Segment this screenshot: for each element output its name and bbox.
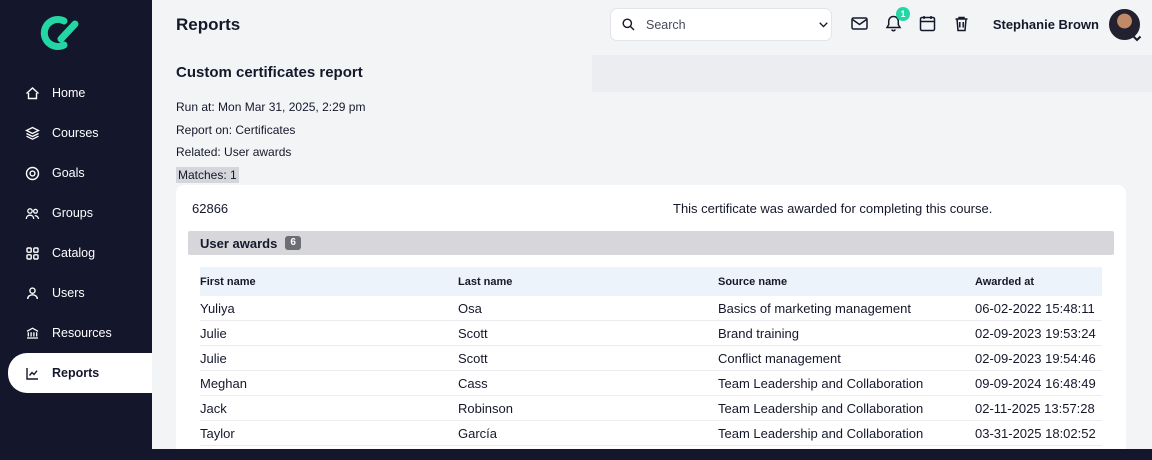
user-name: Stephanie Brown — [992, 17, 1099, 32]
awards-table-header: First name Last name Source name Awarded at — [200, 267, 1102, 296]
sidebar-item-label: Catalog — [52, 246, 96, 260]
sidebar-item-courses[interactable]: Courses — [0, 113, 152, 153]
search-box[interactable] — [610, 8, 832, 41]
search-input[interactable] — [644, 16, 809, 33]
table-cell: Cass — [458, 375, 488, 391]
certificate-id: 62866 — [192, 200, 229, 216]
table-cell: Julie — [200, 350, 227, 366]
sidebar-item-groups[interactable]: Groups — [0, 193, 152, 233]
table-cell: Basics of marketing management — [718, 300, 911, 316]
table-cell: Scott — [458, 325, 488, 341]
mail-icon[interactable] — [850, 14, 869, 33]
sidebar-item-reports[interactable]: Reports — [8, 353, 152, 393]
table-row: Taylor García Team Leadership and Collabor… — [200, 421, 1102, 446]
column-header: First name — [200, 275, 256, 288]
table-row: Yuliya Osa Basics of marketing management 0… — [200, 296, 1102, 321]
background-panel — [592, 55, 1152, 92]
table-cell: Brand training — [718, 325, 799, 341]
sidebar-nav: Home Courses Goals Groups Catalog Users Resour… — [0, 73, 152, 393]
section-title: User awards — [200, 235, 278, 251]
sidebar-item-label: Reports — [52, 366, 100, 380]
report-on: Report on: Certificates — [176, 122, 296, 137]
table-cell: Scott — [458, 350, 488, 366]
table-cell: Yuliya — [200, 300, 235, 316]
notification-badge: 1 — [896, 7, 910, 21]
table-cell: Julie — [200, 325, 227, 341]
sidebar-item-label: Home — [52, 86, 86, 100]
courses-icon — [24, 125, 41, 142]
awards-table-body: Yuliya Osa Basics of marketing management 0… — [200, 296, 1102, 446]
table-cell: Jack — [200, 400, 227, 416]
bottom-bar — [0, 449, 1152, 460]
avatar[interactable] — [1109, 9, 1143, 43]
app-logo[interactable] — [0, 0, 152, 73]
table-row: Meghan Cass Team Leadership and Collaborat… — [200, 371, 1102, 396]
column-header: Source name — [718, 275, 788, 288]
user-menu[interactable]: Stephanie Brown — [992, 9, 1143, 43]
report-related: Related: User awards — [176, 145, 292, 159]
table-row: Julie Scott Brand training 02-09-2023 19:53… — [200, 321, 1102, 346]
table-cell: 02-09-2023 19:53:24 — [975, 325, 1096, 341]
sidebar-item-home[interactable]: Home — [0, 73, 152, 113]
catalog-icon — [24, 245, 41, 262]
report-matches: Matches: 1 — [176, 166, 239, 183]
table-cell: García — [458, 425, 498, 441]
trash-icon[interactable] — [952, 14, 971, 33]
sidebar-item-label: Groups — [52, 206, 93, 220]
report-title: Custom certificates report — [176, 64, 363, 81]
user-awards-section-header[interactable]: User awards 6 — [188, 231, 1114, 255]
bell-icon[interactable]: 1 — [884, 7, 910, 33]
table-row: Julie Scott Conflict management 02-09-2023 … — [200, 346, 1102, 371]
chevron-down-icon[interactable] — [817, 18, 830, 31]
certificate-row: 62866 This certificate was awarded for c… — [176, 185, 1126, 231]
table-row: Jack Robinson Team Leadership and Collabor… — [200, 396, 1102, 421]
column-header: Awarded at — [975, 275, 1035, 288]
table-cell: Team Leadership and Collaboration — [718, 425, 924, 441]
table-cell: Conflict management — [718, 350, 841, 366]
calendar-icon[interactable] — [918, 14, 937, 33]
goals-icon — [24, 165, 41, 182]
table-cell: 02-11-2025 13:57:28 — [975, 400, 1095, 416]
search-icon — [621, 17, 636, 32]
table-cell: 06-02-2022 15:48:11 — [975, 300, 1095, 316]
report-run-at: Run at: Mon Mar 31, 2025, 2:29 pm — [176, 100, 366, 114]
table-cell: Osa — [458, 300, 482, 316]
report-card: 62866 This certificate was awarded for c… — [176, 185, 1126, 449]
sidebar-item-resources[interactable]: Resources — [0, 313, 152, 353]
sidebar-item-label: Courses — [52, 126, 99, 140]
certificate-description: This certificate was awarded for complet… — [673, 200, 993, 216]
table-cell: 03-31-2025 18:02:52 — [975, 425, 1096, 441]
report-meta: Run at: Mon Mar 31, 2025, 2:29 pm Report… — [176, 96, 365, 186]
sidebar-item-label: Goals — [52, 166, 85, 180]
users-icon — [24, 285, 41, 302]
header-icons: 1 — [850, 7, 971, 33]
groups-icon — [24, 205, 41, 222]
table-cell: Robinson — [458, 400, 513, 416]
table-cell: Team Leadership and Collaboration — [718, 375, 924, 391]
sidebar-item-users[interactable]: Users — [0, 273, 152, 313]
column-header: Last name — [458, 275, 513, 288]
sidebar-item-label: Resources — [52, 326, 112, 340]
reports-icon — [24, 365, 41, 382]
home-icon — [24, 85, 41, 102]
table-cell: 09-09-2024 16:48:49 — [975, 375, 1096, 391]
sidebar-item-catalog[interactable]: Catalog — [0, 233, 152, 273]
awards-table: First name Last name Source name Awarded at… — [200, 267, 1102, 446]
resources-icon — [24, 325, 41, 342]
table-cell: Meghan — [200, 375, 247, 391]
table-cell: 02-09-2023 19:54:46 — [975, 350, 1096, 366]
table-cell: Taylor — [200, 425, 235, 441]
page-title: Reports — [176, 15, 241, 34]
sidebar-item-label: Users — [52, 286, 85, 300]
table-cell: Team Leadership and Collaboration — [718, 400, 924, 416]
chevron-down-icon[interactable] — [1131, 31, 1143, 43]
sidebar-item-goals[interactable]: Goals — [0, 153, 152, 193]
sidebar: Home Courses Goals Groups Catalog Users Resour… — [0, 0, 152, 460]
section-count-badge: 6 — [285, 236, 301, 250]
